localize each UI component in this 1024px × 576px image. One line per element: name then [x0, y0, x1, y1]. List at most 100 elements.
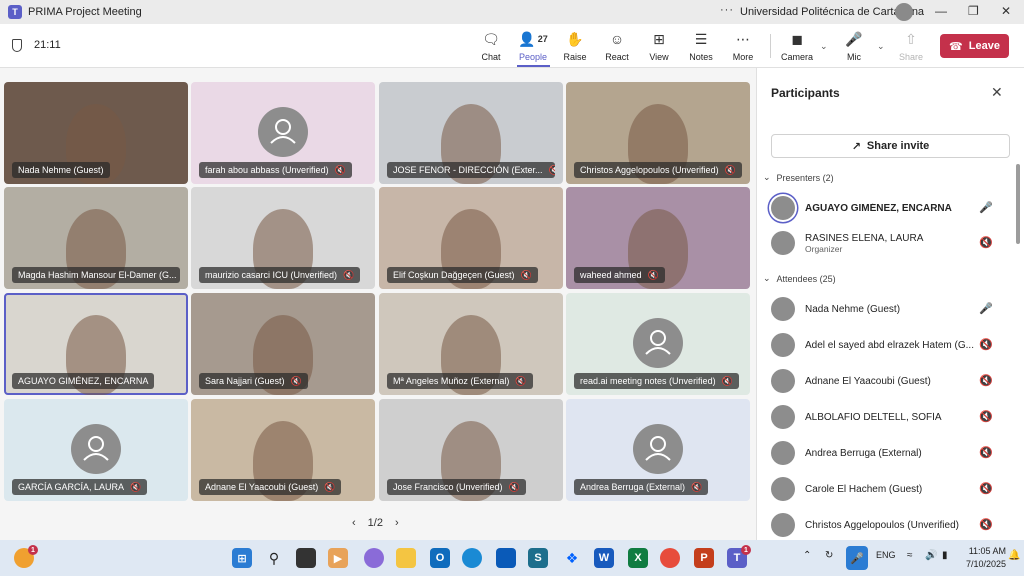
security-shield-icon[interactable] — [496, 548, 516, 568]
mic-options-chevron-icon[interactable]: ⌄ — [877, 41, 885, 52]
participant-row[interactable]: ALBOLAFIO DELTELL, SOFÍA 🔇 — [771, 402, 1001, 432]
mic-muted-icon: 🔇 — [979, 411, 993, 423]
scrollbar[interactable] — [1016, 164, 1020, 244]
participant-name-label: JOSE FENOR - DIRECCIÓN (Exter... 🔇 — [387, 162, 555, 178]
participant-row[interactable]: Adnane El Yaacoubi (Guest) 🔇 — [771, 366, 1001, 396]
video-tile[interactable]: Elif Coşkun Dağgeçen (Guest) 🔇 — [379, 187, 563, 289]
video-tile[interactable]: Jose Francisco (Unverified) 🔇 — [379, 399, 563, 501]
video-tile[interactable]: Andrea Berruga (External) 🔇 — [566, 399, 750, 501]
close-icon[interactable]: ✕ — [991, 84, 1003, 101]
more-options-button[interactable]: ··· — [720, 4, 734, 16]
share-invite-button[interactable]: ↗ Share invite — [771, 134, 1010, 158]
clock[interactable]: 11:05 AM 7/10/2025 — [966, 545, 1006, 571]
share-button[interactable]: ⇧ Share — [891, 30, 931, 63]
chevron-down-icon: ⌄ — [763, 273, 771, 283]
participant-name-label: Elif Coşkun Dağgeçen (Guest) 🔇 — [387, 267, 538, 283]
chevron-down-icon: ⌄ — [763, 172, 771, 182]
participant-row[interactable]: RASINES ELENA, LAURA Organizer 🔇 — [771, 228, 1001, 258]
language-indicator[interactable]: ENG — [876, 550, 896, 560]
camera-button[interactable]: ◼ Camera — [777, 30, 817, 63]
video-tile[interactable]: Christos Aggelopoulos (Unverified) 🔇 — [566, 82, 750, 184]
page-indicator: 1/2 — [367, 517, 383, 529]
video-tile[interactable]: Adnane El Yaacoubi (Guest) 🔇 — [191, 399, 375, 501]
video-tile[interactable]: Nada Nehme (Guest) — [4, 82, 188, 184]
participant-row[interactable]: Christos Aggelopoulos (Unverified) 🔇 — [771, 510, 1001, 540]
battery-icon[interactable]: ▮ — [942, 550, 948, 561]
app-s-icon[interactable]: S — [528, 548, 548, 568]
notification-bell-icon[interactable]: 🔔 — [1008, 550, 1020, 561]
video-tile[interactable]: read.ai meeting notes (Unverified) 🔇 — [566, 293, 750, 395]
copilot-icon[interactable] — [364, 548, 384, 568]
ellipsis-icon: ⋯ — [736, 30, 750, 47]
presenters-section-toggle[interactable]: ⌄ Presenters (2) — [763, 172, 834, 183]
participant-name-label: read.ai meeting notes (Unverified) 🔇 — [574, 373, 739, 389]
participant-name-label: Magda Hashim Mansour El-Damer (G... — [12, 267, 180, 283]
participant-row[interactable]: AGUAYO GIMÉNEZ, ENCARNA 🎤 — [771, 193, 1001, 223]
person-icon — [71, 424, 121, 474]
video-tile[interactable]: Sara Najjari (Guest) 🔇 — [191, 293, 375, 395]
chrome-icon[interactable] — [660, 548, 680, 568]
minimize-icon[interactable]: — — [935, 4, 947, 18]
person-icon — [633, 318, 683, 368]
video-tile[interactable]: Mª Angeles Muñoz (External) 🔇 — [379, 293, 563, 395]
mic-muted-icon: 🔇 — [979, 339, 993, 351]
participant-row[interactable]: Carole El Hachem (Guest) 🔇 — [771, 474, 1001, 504]
outlook-icon[interactable]: O — [430, 548, 450, 568]
mic-muted-icon: 🔇 — [520, 269, 532, 280]
teams-taskbar-icon[interactable]: T 1 — [727, 545, 751, 568]
camera-options-chevron-icon[interactable]: ⌄ — [820, 41, 828, 52]
video-tile[interactable]: Magda Hashim Mansour El-Damer (G... — [4, 187, 188, 289]
chevron-up-icon[interactable]: ⌃ — [803, 550, 811, 561]
microphone-icon: 🎤 — [979, 202, 993, 214]
sync-icon[interactable]: ↻ — [825, 550, 833, 561]
word-icon[interactable]: W — [594, 548, 614, 568]
media-player-icon[interactable]: ▶ — [328, 548, 348, 568]
video-tile[interactable]: farah abou abbass (Unverified) 🔇 — [191, 82, 375, 184]
restore-icon[interactable]: ❐ — [968, 4, 979, 18]
person-icon — [258, 107, 308, 157]
volume-icon[interactable]: 🔊 — [925, 550, 937, 561]
notes-button[interactable]: ☰ Notes — [681, 30, 721, 63]
leave-button[interactable]: ☎ Leave — [940, 34, 1009, 58]
meeting-timer: 21:11 — [34, 39, 61, 51]
windows-start-icon[interactable]: ⊞ — [232, 548, 252, 568]
people-button[interactable]: 👤 27 People — [513, 30, 553, 63]
search-icon[interactable]: ⚲ — [264, 548, 284, 568]
more-button[interactable]: ⋯ More — [723, 30, 763, 63]
video-tile[interactable]: AGUAYO GIMÉNEZ, ENCARNA — [4, 293, 188, 395]
active-tab-indicator — [517, 65, 550, 67]
raise-hand-button[interactable]: ✋ Raise — [555, 30, 595, 63]
close-window-icon[interactable]: ✕ — [1001, 4, 1011, 18]
mic-muted-icon: 🔇 — [979, 447, 993, 459]
dropbox-icon[interactable]: ❖ — [562, 548, 582, 568]
mic-button[interactable]: 🎤 Mic — [834, 30, 874, 63]
microphone-tray-icon[interactable]: 🎤 — [846, 546, 868, 570]
powerpoint-icon[interactable]: P — [694, 548, 714, 568]
file-explorer-icon[interactable] — [396, 548, 416, 568]
view-button[interactable]: ⊞ View — [639, 30, 679, 63]
video-tile[interactable]: GARCÍA GARCÍA, LAURA 🔇 — [4, 399, 188, 501]
window-title: PRIMA Project Meeting — [28, 6, 142, 18]
participant-row[interactable]: Adel el sayed abd elrazek Hatem (G... 🔇 — [771, 330, 1001, 360]
attendees-section-toggle[interactable]: ⌄ Attendees (25) — [763, 273, 836, 284]
windows-taskbar: 1 ⊞ ⚲ ▶ O S ❖ W X P T 1 ⌃ ↻ 🎤 ENG ≈ 🔊 ▮ … — [0, 540, 1024, 576]
wifi-icon[interactable]: ≈ — [907, 550, 913, 561]
avatar — [771, 196, 795, 220]
edge-browser-icon[interactable] — [462, 548, 482, 568]
participant-row[interactable]: Andrea Berruga (External) 🔇 — [771, 438, 1001, 468]
mic-muted-icon: 🔇 — [647, 269, 659, 280]
react-button[interactable]: ☺ React — [597, 30, 637, 62]
excel-icon[interactable]: X — [628, 548, 648, 568]
participant-row[interactable]: Nada Nehme (Guest) 🎤 — [771, 294, 1001, 324]
video-tile[interactable]: waheed ahmed 🔇 — [566, 187, 750, 289]
video-tile[interactable]: JOSE FENOR - DIRECCIÓN (Exter... 🔇 — [379, 82, 563, 184]
account-avatar[interactable] — [895, 3, 913, 21]
weather-widget-icon[interactable]: 1 — [14, 545, 38, 568]
video-tile[interactable]: maurizio casarci ICU (Unverified) 🔇 — [191, 187, 375, 289]
video-grid: Nada Nehme (Guest) farah abou abbass (Unv… — [0, 68, 756, 540]
next-page-chevron-icon[interactable]: › — [395, 517, 399, 529]
task-view-icon[interactable] — [296, 548, 316, 568]
prev-page-chevron-icon[interactable]: ‹ — [352, 517, 356, 529]
phone-hangup-icon: ☎ — [949, 40, 963, 53]
chat-button[interactable]: 🗨 Chat — [471, 30, 511, 63]
